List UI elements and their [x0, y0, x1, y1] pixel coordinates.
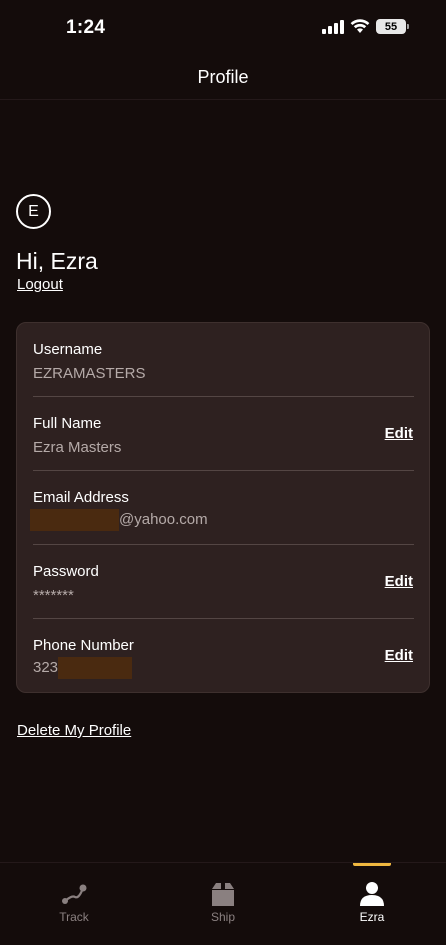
avatar: E	[16, 194, 51, 229]
username-field: Username EZRAMASTERS	[33, 339, 414, 413]
status-icons: 55	[322, 19, 409, 34]
redacted-block	[30, 509, 119, 531]
password-field: Password *******	[33, 561, 414, 635]
battery-icon: 55	[376, 19, 409, 34]
divider	[33, 544, 414, 545]
phone-field: Phone Number 323	[33, 635, 414, 709]
edit-phone-button[interactable]: Edit	[385, 647, 413, 664]
battery-level: 55	[384, 20, 398, 33]
person-icon	[360, 882, 384, 906]
email-field: Email Address @yahoo.com	[30, 487, 414, 561]
status-bar: 1:24 55	[0, 0, 446, 56]
profile-details-card: Username EZRAMASTERS Full Name Ezra Mast…	[16, 322, 430, 693]
route-icon	[62, 884, 87, 904]
field-label: Username	[33, 341, 103, 358]
package-icon	[212, 883, 234, 906]
tab-ezra[interactable]: Ezra	[298, 863, 446, 945]
cellular-signal-icon	[322, 19, 344, 34]
tab-label: Ezra	[359, 910, 385, 924]
active-tab-indicator	[353, 863, 391, 866]
username-value: EZRAMASTERS	[33, 365, 146, 382]
tab-track[interactable]: Track	[0, 863, 148, 945]
avatar-initial: E	[28, 202, 39, 220]
divider	[33, 618, 414, 619]
wifi-icon	[350, 19, 370, 33]
tab-label: Track	[59, 910, 89, 924]
email-value: @yahoo.com	[30, 509, 208, 531]
field-label: Password	[33, 563, 99, 580]
bottom-tab-bar: Track Ship Ezra	[0, 862, 446, 945]
page-title: Profile	[197, 67, 249, 87]
password-value: *******	[33, 587, 74, 604]
delete-profile-link[interactable]: Delete My Profile	[17, 722, 131, 739]
tab-label: Ship	[210, 910, 236, 924]
redacted-block	[58, 657, 133, 679]
divider	[33, 470, 414, 471]
field-label: Phone Number	[33, 637, 134, 654]
divider	[33, 396, 414, 397]
field-label: Email Address	[33, 489, 129, 506]
phone-prefix: 323	[33, 658, 59, 676]
email-domain: @yahoo.com	[119, 510, 208, 528]
tab-ship[interactable]: Ship	[149, 863, 297, 945]
status-time: 1:24	[66, 17, 106, 38]
field-label: Full Name	[33, 415, 102, 432]
full-name-field: Full Name Ezra Masters	[33, 413, 414, 487]
greeting-text: Hi, Ezra	[16, 248, 98, 274]
edit-full-name-button[interactable]: Edit	[385, 425, 413, 442]
nav-header: Profile	[0, 56, 446, 100]
logout-link[interactable]: Logout	[17, 276, 63, 293]
full-name-value: Ezra Masters	[33, 439, 122, 456]
phone-value: 323	[33, 657, 133, 679]
edit-password-button[interactable]: Edit	[385, 573, 413, 590]
